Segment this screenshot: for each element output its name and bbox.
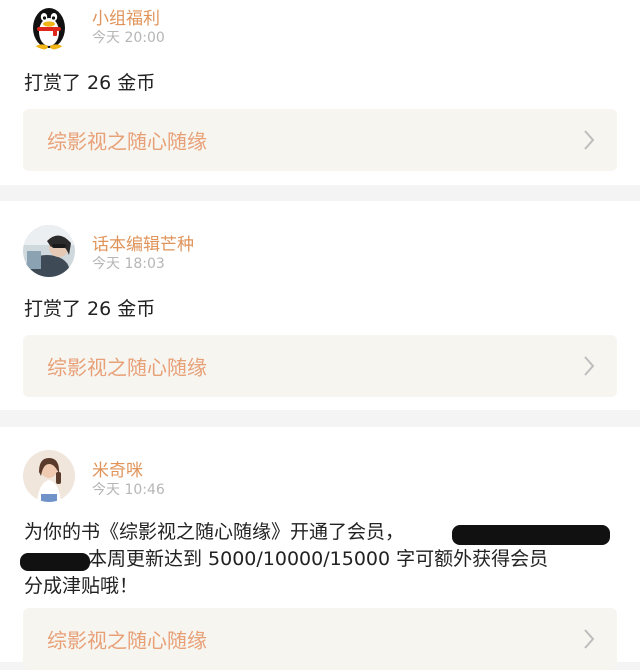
- timestamp: 今天 10:46: [92, 482, 165, 498]
- username[interactable]: 话本编辑芒种: [92, 230, 194, 255]
- qq-penguin-avatar[interactable]: [23, 0, 75, 50]
- redaction-mark: [452, 525, 610, 545]
- message-text: 打赏了 26 金币: [24, 72, 156, 94]
- message-line: 本周更新达到 5000/10000/15000 字可额外获得会员: [88, 548, 549, 570]
- book-title: 综影视之随心随缘: [47, 355, 207, 380]
- chevron-right-icon: [584, 629, 595, 649]
- timestamp: 今天 20:00: [92, 30, 165, 46]
- photo-avatar[interactable]: [23, 450, 75, 502]
- book-link[interactable]: 综影视之随心随缘: [23, 608, 617, 670]
- photo-avatar[interactable]: [23, 225, 75, 277]
- chevron-right-icon: [584, 356, 595, 376]
- feed-item: 话本编辑芒种 今天 18:03 打赏了 26 金币 综影视之随心随缘: [0, 201, 640, 410]
- redaction-mark: [20, 553, 90, 571]
- message-text: 打赏了 26 金币: [24, 298, 156, 320]
- feed-item: 米奇咪 今天 10:46 为你的书《综影视之随心随缘》开通了会员， 本周更新达到…: [0, 427, 640, 670]
- message-line: 分成津贴哦！: [24, 575, 139, 597]
- username[interactable]: 米奇咪: [92, 456, 143, 481]
- chevron-right-icon: [584, 130, 595, 150]
- book-link[interactable]: 综影视之随心随缘: [23, 335, 617, 397]
- book-title: 综影视之随心随缘: [47, 628, 207, 653]
- timestamp: 今天 18:03: [92, 256, 165, 272]
- username[interactable]: 小组福利: [92, 4, 160, 29]
- feed-item: 小组福利 今天 20:00 打赏了 26 金币 综影视之随心随缘: [0, 0, 640, 185]
- book-link[interactable]: 综影视之随心随缘: [23, 109, 617, 171]
- book-title: 综影视之随心随缘: [47, 129, 207, 154]
